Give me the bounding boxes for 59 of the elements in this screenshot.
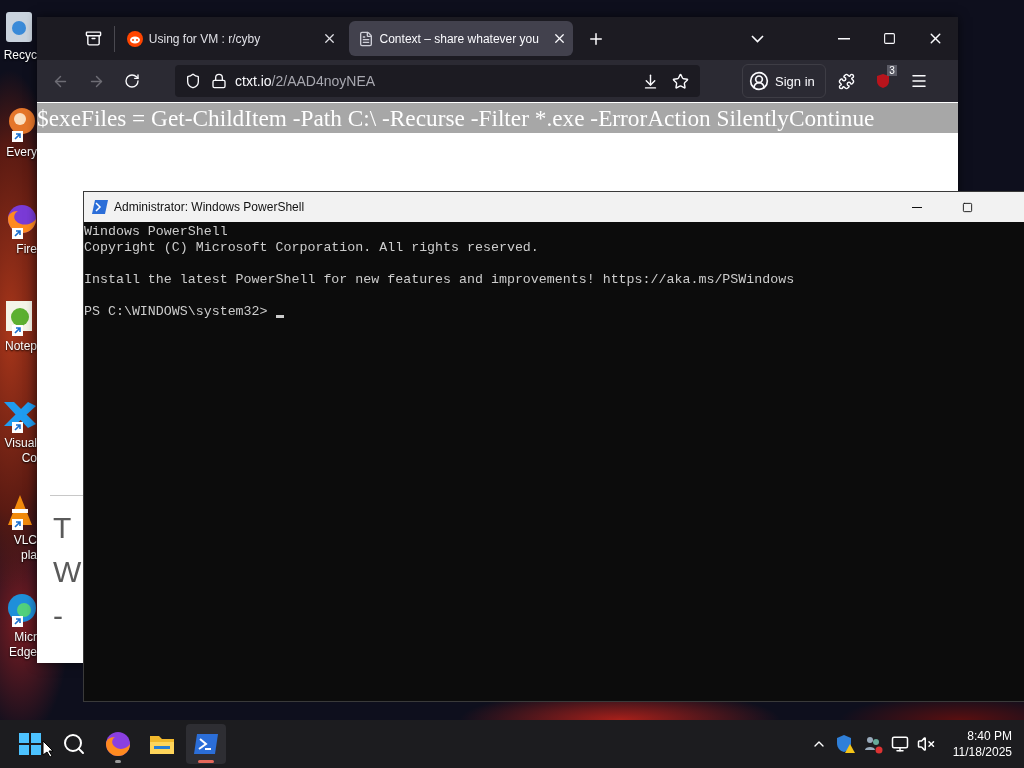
taskbar-app-button[interactable] <box>186 724 226 764</box>
puzzle-icon <box>838 72 856 90</box>
extension-badge: 3 <box>887 65 897 76</box>
desktop-icon-label: Notep <box>4 339 37 354</box>
monitor-icon[interactable] <box>890 735 909 753</box>
network-people-icon[interactable] <box>862 734 883 754</box>
heading-fragment: T <box>52 510 73 546</box>
firefox-icon <box>105 731 131 757</box>
sign-in-button[interactable]: Sign in <box>742 64 826 98</box>
terminal-prompt-icon <box>193 733 219 755</box>
minimize-icon <box>911 206 922 208</box>
clock[interactable]: 8:40 PM 11/18/2025 <box>952 728 1012 760</box>
alien-mascot-icon <box>126 30 143 47</box>
reload-icon <box>124 73 140 89</box>
archive-box-icon <box>85 30 103 47</box>
terminal-prompt-icon <box>92 200 108 214</box>
minimize-icon <box>837 37 850 40</box>
console-output-line: Windows PowerShell <box>84 224 229 240</box>
desktop-icon-label: Recyc <box>3 48 37 63</box>
menu-icon <box>909 72 928 90</box>
maximize-icon <box>962 201 973 213</box>
desktop-icon-label: Edge <box>8 645 37 660</box>
desktop-icon-label: pla <box>21 548 37 563</box>
url-text: ctxt.io/2/AAD4noyNEA <box>235 73 377 89</box>
shield-icon[interactable] <box>185 73 201 89</box>
tab-title: Context – share whatever you <box>379 31 540 46</box>
windows-logo-icon <box>18 732 42 756</box>
desktop-icon-label: VLC <box>13 533 37 548</box>
mouse-pointer-icon <box>42 740 54 758</box>
console-output-line: Install the latest PowerShell for new features and improvements! https://aka.ms/PSWindows <box>84 272 795 288</box>
folder-icon <box>149 733 175 755</box>
chevron-down-icon <box>751 34 765 43</box>
star-icon <box>671 72 689 90</box>
desktop-icon-label: Every <box>6 145 37 160</box>
speaker-muted-icon[interactable] <box>916 735 935 753</box>
time-text: 8:40 PM <box>967 728 1012 744</box>
address-field[interactable]: ctxt.io/2/AAD4noyNEA <box>175 65 700 97</box>
browser-tab[interactable]: Context – share whatever you <box>348 21 574 56</box>
document-icon <box>357 30 374 47</box>
tab-title: Using for VM : r/cyby <box>148 31 262 46</box>
shield-extension-button[interactable]: 3 <box>865 65 900 97</box>
lock-icon[interactable] <box>211 73 227 89</box>
heading-fragment: - <box>52 598 64 634</box>
browser-tab[interactable]: Using for VM : r/cyby <box>117 21 343 56</box>
heading-fragment: W <box>52 554 83 590</box>
desktop-icon-label: Fire <box>16 242 37 257</box>
text-cursor <box>275 315 284 318</box>
window-title: Administrator: Windows PowerShell <box>114 200 306 214</box>
console-output-line: Copyright (C) Microsoft Corporation. All rights reserved. <box>84 240 539 256</box>
desktop-icon-label: Co <box>21 451 37 466</box>
maximize-icon <box>882 32 896 45</box>
desktop-icon-label: Micr <box>14 630 37 645</box>
search-icon <box>62 732 86 756</box>
date-text: 11/18/2025 <box>952 744 1012 760</box>
shield-icon <box>874 73 891 89</box>
shield-warning-icon[interactable] <box>834 734 855 754</box>
console-prompt: PS C:\WINDOWS\system32> <box>84 304 268 320</box>
user-icon <box>749 71 769 91</box>
desktop-icon-label: Visual <box>4 436 37 451</box>
